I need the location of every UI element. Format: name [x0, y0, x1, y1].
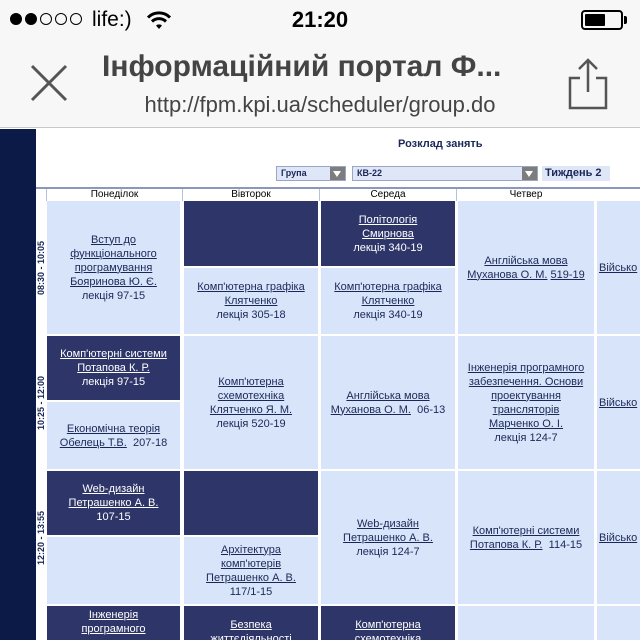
lesson-teacher[interactable]: Бояринова Ю. Є. [70, 275, 157, 289]
time-slot-2: 10:25 - 12:00 [36, 375, 46, 430]
lesson-cell[interactable]: Англійська мова Муханова О. М. 519-19 [458, 201, 594, 334]
lesson-cell[interactable]: Економічна теорія Обелець Т.В. 207-18 [47, 402, 180, 469]
empty-cell [47, 537, 180, 604]
lesson-subject[interactable]: Комп'ютерні системи [473, 524, 580, 538]
lesson-cell[interactable]: Комп'ютерна графіка Клятченко лекція 305… [184, 268, 318, 334]
lesson-subject[interactable]: Web-дизайн [357, 517, 419, 531]
day-header-thursday: Четвер [456, 189, 595, 201]
lesson-teacher[interactable]: Обелець Т.В. [60, 437, 127, 449]
left-sidebar-strip [0, 129, 36, 640]
lesson-teacher[interactable]: Клятченко Я. М. [210, 403, 292, 417]
lesson-teacher[interactable]: Клятченко [362, 294, 415, 308]
lesson-subject[interactable]: Англійська мова [346, 389, 429, 403]
page-url[interactable]: http://fpm.kpi.ua/scheduler/group.do [0, 92, 640, 118]
lesson-room: 117/1-15 [229, 585, 273, 598]
lesson-cell[interactable]: Інженерія програмного забезпечення. Осно… [458, 336, 594, 469]
empty-cell [597, 606, 640, 640]
battery-icon [581, 10, 623, 30]
lesson-teacher[interactable]: Потапова К. Р. [470, 539, 543, 551]
lesson-cell[interactable]: Комп'ютерні системи Потапова К. Р. лекці… [47, 336, 180, 400]
lesson-subject[interactable]: Англійська мова [484, 254, 567, 268]
lesson-subject[interactable]: Архітектура комп'ютерів [186, 543, 316, 571]
lesson-cell[interactable]: Англійська мова Муханова О. М. 06-13 [321, 336, 455, 469]
group-select[interactable]: КВ-22 [352, 166, 538, 181]
share-icon[interactable] [566, 58, 610, 112]
lesson-teacher[interactable]: Петрашенко А. В. [206, 571, 296, 585]
lesson-teacher[interactable]: Марченко О. І. [489, 417, 563, 431]
lesson-subject[interactable]: Військо [599, 261, 637, 275]
lesson-teacher[interactable]: Потапова К. Р. [77, 361, 150, 375]
empty-cell [184, 201, 318, 266]
lesson-teacher[interactable]: Смирнова [362, 227, 414, 241]
lesson-room: лекція 97-15 [81, 376, 146, 388]
lesson-subject[interactable]: Комп'ютерна графіка [197, 280, 304, 294]
lesson-cell[interactable]: Вступ до функціонального програмування Б… [47, 201, 180, 334]
lesson-cell[interactable]: Архітектура комп'ютерів Петрашенко А. В.… [184, 537, 318, 604]
lesson-room: 06-13 [417, 403, 446, 416]
lesson-room: лекція 340-19 [353, 309, 423, 321]
group-value: КВ-22 [357, 168, 383, 178]
lesson-room: 107-15 [96, 511, 131, 523]
week-label: Тиждень 2 [542, 166, 610, 181]
lesson-teacher[interactable]: Петрашенко А. В. [69, 496, 159, 510]
group-type-select[interactable]: Група [276, 166, 346, 181]
day-header-monday: Понеділок [46, 189, 182, 201]
web-content: Розклад занять Група КВ-22 Тиждень 2 Пон… [0, 129, 640, 640]
time-slot-3: 12:20 - 13:55 [36, 510, 46, 565]
lesson-subject[interactable]: Вступ до функціонального програмування [49, 233, 178, 275]
lesson-cell[interactable]: Комп'ютерні системи Потапова К. Р. 114-1… [458, 471, 594, 604]
lesson-cell[interactable]: Комп'ютерна схемотехніка [321, 606, 455, 640]
lesson-subject[interactable]: Комп'ютерна схемотехніка [186, 375, 316, 403]
group-type-value: Група [281, 168, 307, 178]
status-bar: life:) 21:20 [0, 0, 640, 40]
lesson-cell[interactable]: Безпека життєдіяльності [184, 606, 318, 640]
lesson-room: 207-18 [132, 436, 168, 449]
clock: 21:20 [291, 7, 349, 32]
lesson-subject[interactable]: Інженерія програмного забезпечення. Осно… [460, 361, 592, 417]
empty-cell [458, 606, 594, 640]
lesson-subject[interactable]: Політологія [359, 213, 418, 227]
lesson-subject[interactable]: Економічна теорія [67, 422, 160, 436]
lesson-cell[interactable]: Військо [597, 471, 640, 604]
lesson-room: лекція 340-19 [353, 241, 423, 254]
day-header-tuesday: Вівторок [182, 189, 319, 201]
lesson-subject[interactable]: Комп'ютерні системи [60, 347, 167, 361]
lesson-cell[interactable]: Web-дизайн Петрашенко А. В. лекція 124-7 [321, 471, 455, 604]
battery-tip [624, 16, 627, 24]
lesson-subject[interactable]: Військо [599, 531, 637, 545]
lesson-subject[interactable]: Web-дизайн [82, 482, 144, 496]
lesson-subject[interactable]: Безпека життєдіяльності [184, 618, 318, 640]
lesson-cell[interactable]: Web-дизайн Петрашенко А. В. 107-15 [47, 471, 180, 535]
empty-cell [184, 471, 318, 535]
lesson-teacher[interactable]: Петрашенко А. В. [343, 531, 433, 545]
lesson-cell[interactable]: Військо [597, 336, 640, 469]
lesson-room[interactable]: 519-19 [551, 269, 585, 281]
browser-toolbar: Інформаційний портал Ф... http://fpm.kpi… [0, 40, 640, 128]
day-header-wednesday: Середа [319, 189, 456, 201]
lesson-room: лекція 305-18 [216, 309, 286, 321]
lesson-subject[interactable]: Військо [599, 396, 637, 410]
time-slot-1: 08:30 - 10:05 [36, 240, 46, 295]
lesson-room: лекція 124-7 [356, 545, 420, 558]
lesson-cell[interactable]: Інженерія програмного [47, 606, 180, 640]
page-title: Інформаційний портал Ф... [102, 50, 502, 83]
lesson-room: лекція 97-15 [81, 289, 146, 302]
chevron-down-icon [330, 167, 345, 180]
lesson-teacher[interactable]: Клятченко [225, 294, 278, 308]
lesson-cell[interactable]: Політологія Смирнова лекція 340-19 [321, 201, 455, 266]
lesson-subject[interactable]: Комп'ютерна схемотехніка [323, 618, 453, 640]
lesson-subject[interactable]: Інженерія програмного [49, 608, 178, 636]
lesson-room: лекція 520-19 [216, 417, 286, 430]
lesson-cell[interactable]: Військо [597, 201, 640, 334]
lesson-cell[interactable]: Комп'ютерна графіка Клятченко лекція 340… [321, 268, 455, 334]
lesson-cell[interactable]: Комп'ютерна схемотехніка Клятченко Я. М.… [184, 336, 318, 469]
schedule-title: Розклад занять [398, 138, 483, 150]
lesson-teacher[interactable]: Муханова О. М. [467, 269, 547, 281]
lesson-teacher[interactable]: Муханова О. М. [331, 404, 411, 416]
chevron-down-icon [522, 167, 537, 180]
lesson-subject[interactable]: Комп'ютерна графіка [334, 280, 441, 294]
lesson-room: 114-15 [548, 538, 583, 551]
lesson-room: лекція 124-7 [494, 431, 558, 444]
